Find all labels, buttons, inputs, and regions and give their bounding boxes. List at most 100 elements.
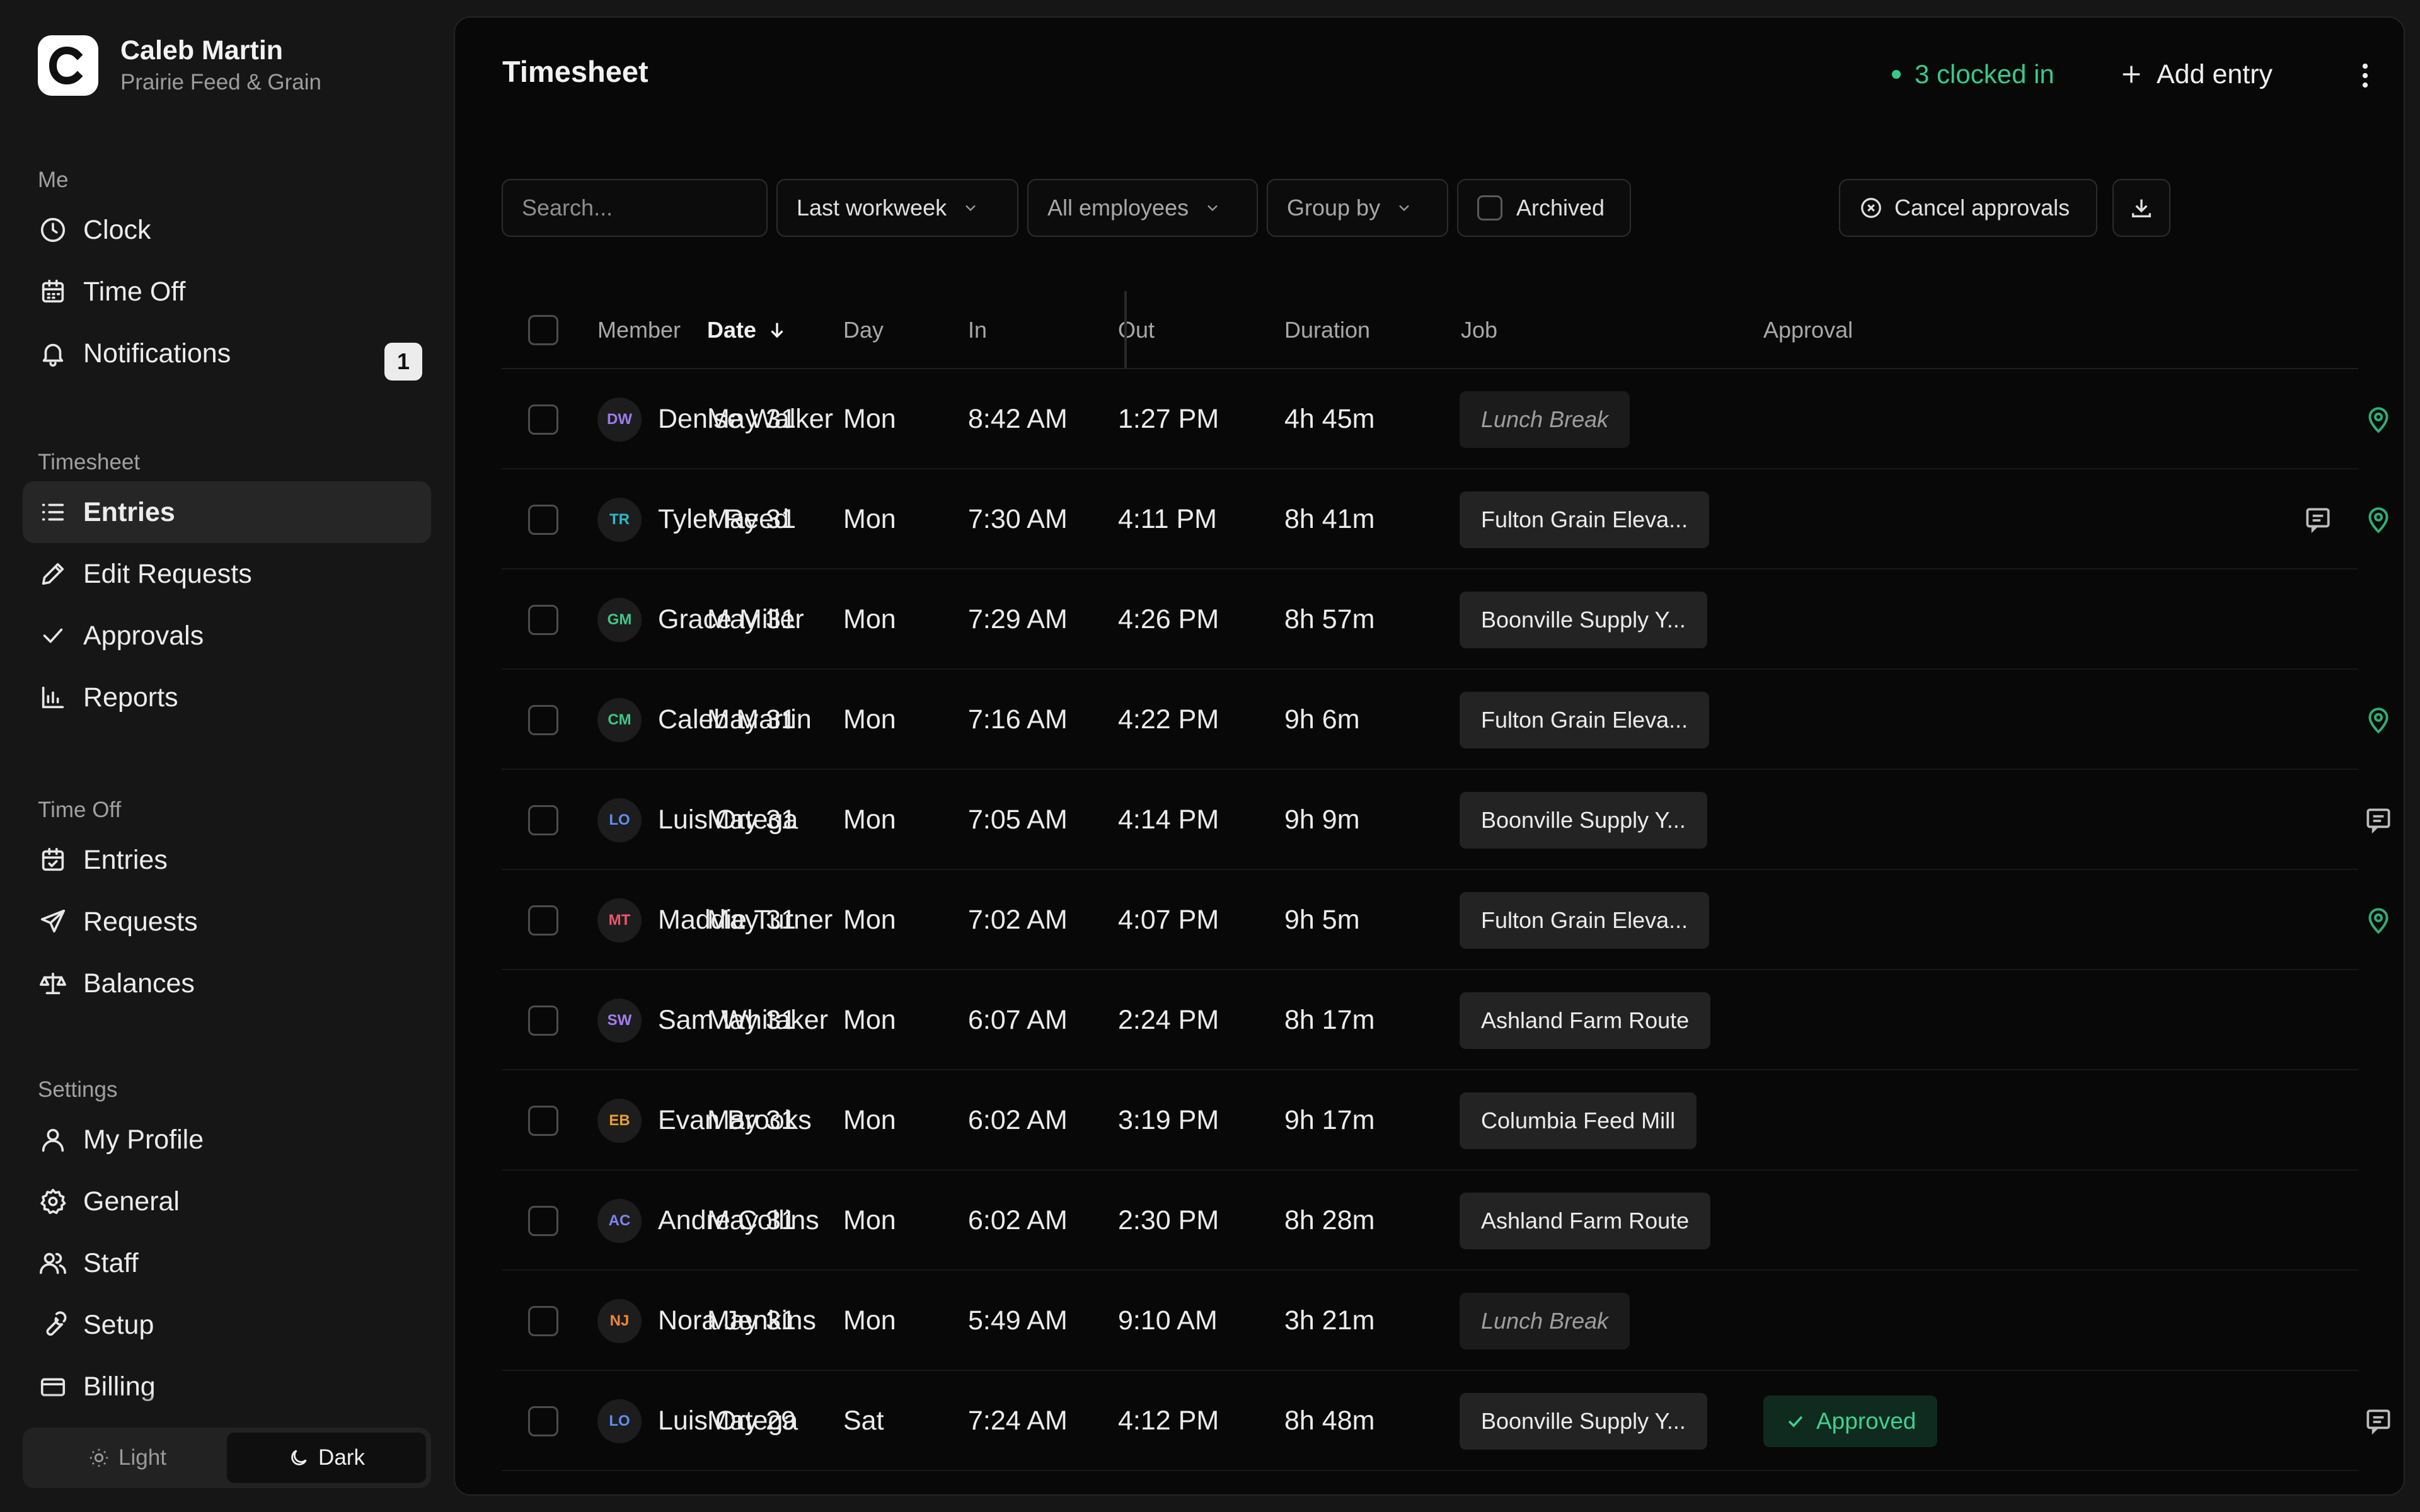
column-approval[interactable]: Approval [1763,291,1853,369]
sidebar-item-staff[interactable]: Staff [23,1232,431,1294]
main-panel: Timesheet 3 clocked in Add entry Last wo… [454,16,2405,1496]
table-row[interactable]: AC Andre Collins May 31 Mon 6:02 AM 2:30 PM 8h… [502,1171,2358,1271]
sidebar-item-edit-requests[interactable]: Edit Requests [23,543,431,605]
date-cell: May 31 [707,1205,797,1235]
sidebar-item-general[interactable]: General [23,1171,431,1232]
group-by-select[interactable]: Group by [1267,179,1448,237]
row-checkbox[interactable] [528,905,558,936]
sidebar-item-entries[interactable]: Entries [23,829,431,891]
table-row[interactable]: NJ Nora Jenkins May 31 Mon 5:49 AM 9:10 AM 3h … [502,1271,2358,1371]
sidebar-item-entries[interactable]: Entries [23,481,431,543]
sidebar-item-requests[interactable]: Requests [23,891,431,953]
duration-cell: 8h 57m [1284,604,1375,634]
table-row[interactable]: SW Sam Whitaker May 31 Mon 6:07 AM 2:24 PM 8h … [502,970,2358,1070]
row-checkbox[interactable] [528,805,558,835]
job-tag[interactable]: Fulton Grain Eleva... [1460,691,1710,748]
table-row[interactable]: LO Luis Ortega May 31 Mon 7:05 AM 4:14 PM 9h 9… [502,770,2390,870]
table-row[interactable]: MT Maddie Turner May 31 Mon 7:02 AM 4:07 PM 9h… [502,870,2388,970]
nav-heading: Me [38,168,69,192]
date-cell: May 31 [707,905,797,935]
export-button[interactable] [2112,179,2170,237]
clock-in-cell: 7:16 AM [968,704,1068,735]
cancel-approvals-button[interactable]: Cancel approvals [1839,179,2097,237]
wrench-icon [38,1310,68,1340]
job-tag[interactable]: Lunch Break [1460,1292,1630,1349]
column-duration[interactable]: Duration [1284,291,1370,369]
column-job[interactable]: Job [1461,291,1497,369]
table-row[interactable]: EB Evan Brooks May 31 Mon 6:02 AM 3:19 PM 9h 1… [502,1070,2358,1171]
row-checkbox[interactable] [528,504,558,535]
user-name: Caleb Martin [120,35,284,66]
clocked-in-status[interactable]: 3 clocked in [1892,55,2054,93]
job-tag[interactable]: Columbia Feed Mill [1460,1092,1697,1149]
theme-toggle: Light Dark [23,1428,431,1488]
column-member[interactable]: Member [597,291,681,369]
column-resize-handle[interactable] [1124,291,1127,368]
notification-badge: 1 [384,343,422,381]
row-checkbox[interactable] [528,1406,558,1436]
row-checkbox[interactable] [528,604,558,635]
more-options-button[interactable] [2349,58,2381,93]
theme-dark-button[interactable]: Dark [227,1433,426,1483]
row-checkbox[interactable] [528,404,558,435]
column-out[interactable]: Out [1118,291,1155,369]
employees-select[interactable]: All employees [1027,179,1258,237]
approval-cell: Approved [1763,1371,1938,1471]
clock-out-cell: 4:14 PM [1118,805,1219,835]
clock-in-cell: 6:02 AM [968,1205,1068,1235]
job-tag[interactable]: Ashland Farm Route [1460,1192,1711,1249]
job-tag[interactable]: Fulton Grain Eleva... [1460,891,1710,949]
sidebar-item-label: Requests [83,906,198,937]
avatar: AC [597,1198,642,1243]
nav-section-time-off: Time Off Entries Requests Balances [23,791,431,1014]
job-tag[interactable]: Fulton Grain Eleva... [1460,491,1710,548]
row-checkbox[interactable] [528,1205,558,1236]
job-tag[interactable]: Boonville Supply Y... [1460,791,1707,849]
row-location-button[interactable] [2361,903,2396,938]
column-in[interactable]: In [968,291,987,369]
row-note-button[interactable] [2300,502,2336,537]
row-location-button[interactable] [2361,502,2396,537]
job-tag[interactable]: Boonville Supply Y... [1460,591,1707,648]
table-row[interactable]: GM Grace Miller May 31 Mon 7:29 AM 4:26 PM 8h … [502,570,2358,670]
row-location-button[interactable] [2361,402,2396,437]
sidebar-item-notifications[interactable]: Notifications 1 [23,323,431,384]
table-row[interactable]: LO Luis Ortega May 29 Sat 7:24 AM 4:12 PM 8h 4… [502,1371,2390,1471]
clock-out-cell: 2:24 PM [1118,1005,1219,1035]
row-checkbox[interactable] [528,1005,558,1036]
job-tag[interactable]: Lunch Break [1460,391,1630,448]
row-note-button[interactable] [2361,803,2396,838]
check-icon [38,621,68,651]
archived-toggle[interactable]: Archived [1457,179,1631,237]
column-day[interactable]: Day [843,291,884,369]
select-all-checkbox[interactable] [528,315,558,345]
row-checkbox[interactable] [528,1305,558,1336]
row-checkbox[interactable] [528,1105,558,1136]
theme-light-button[interactable]: Light [28,1433,227,1483]
job-tag[interactable]: Ashland Farm Route [1460,992,1711,1049]
page-title: Timesheet [502,55,648,88]
row-checkbox[interactable] [528,704,558,735]
sidebar-item-label: Reports [83,682,178,713]
sidebar-item-time-off[interactable]: Time Off [23,261,431,323]
sidebar-item-my-profile[interactable]: My Profile [23,1109,431,1171]
archived-checkbox[interactable] [1477,195,1502,220]
table-row[interactable]: DW Denise Walker May 31 Mon 8:42 AM 1:27 PM 4h… [502,369,2388,469]
add-entry-button[interactable]: Add entry [2119,53,2273,96]
sidebar-item-setup[interactable]: Setup [23,1294,431,1356]
sidebar-item-balances[interactable]: Balances [23,953,431,1014]
duration-cell: 8h 48m [1284,1406,1375,1436]
row-location-button[interactable] [2361,702,2396,738]
sidebar-item-reports[interactable]: Reports [23,667,431,728]
search-input[interactable] [522,195,747,221]
job-tag[interactable]: Boonville Supply Y... [1460,1392,1707,1450]
table-row[interactable]: TR Tyler Reed May 31 Mon 7:30 AM 4:11 PM 8h 41… [502,469,2388,570]
sidebar-item-approvals[interactable]: Approvals [23,605,431,667]
org-switcher[interactable]: Caleb Martin Prairie Feed & Grain [38,34,321,97]
kebab-menu-icon [2362,63,2368,88]
row-note-button[interactable] [2361,1404,2396,1439]
column-date[interactable]: Date [707,291,788,369]
sidebar-item-clock[interactable]: Clock [23,199,431,261]
table-row[interactable]: CM Caleb Martin May 31 Mon 7:16 AM 4:22 PM 9h … [502,670,2388,770]
date-range-select[interactable]: Last workweek [776,179,1018,237]
